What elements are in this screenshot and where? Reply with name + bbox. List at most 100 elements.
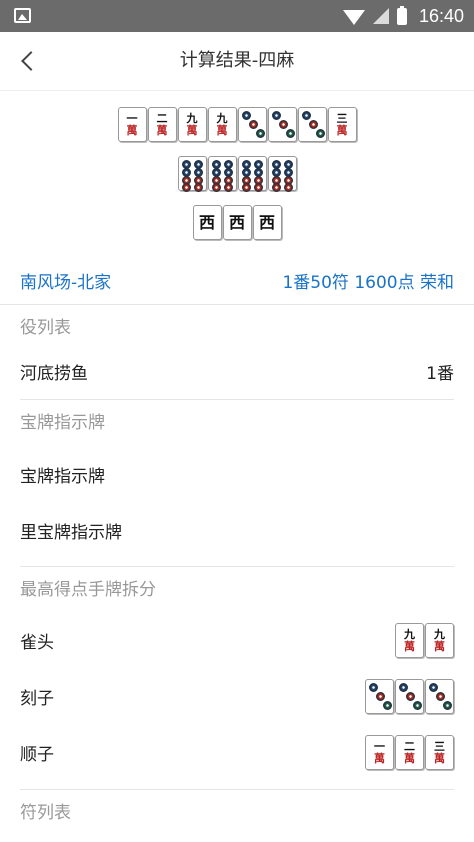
honor-tile: 西 [222, 205, 252, 240]
fu-section-title: 符列表 [20, 803, 71, 823]
honor-char: 西 [228, 212, 245, 232]
honor-char: 西 [198, 212, 215, 232]
tile-number: 九 [186, 112, 198, 125]
pair-row: 雀头 九萬九萬 [0, 613, 474, 667]
pin3-tile [395, 678, 424, 714]
pin-dot [301, 111, 311, 120]
pair-tiles: 九萬九萬 [395, 622, 454, 658]
ura-dora-indicator-row: 里宝牌指示牌 [0, 502, 474, 558]
pin8-tile [177, 156, 207, 192]
pin-dot [283, 183, 293, 192]
pin-dot [443, 700, 452, 710]
yaku-item: 河底捞鱼 1番 [0, 351, 474, 391]
tile-number: 三 [336, 112, 348, 125]
pon-row: 西西西 [0, 205, 474, 240]
pin-dot [211, 183, 221, 192]
yaku-name: 河底捞鱼 [20, 363, 88, 384]
pin-dot [241, 183, 251, 192]
honor-tile: 西 [252, 205, 282, 240]
pin3-tile [425, 678, 454, 714]
tile-number: 九 [434, 627, 445, 641]
man-tile: 九萬 [177, 107, 207, 142]
pin-dot [308, 120, 318, 129]
pin-dot [271, 183, 281, 192]
yaku-section-title: 役列表 [20, 318, 71, 338]
man-tile: 九萬 [207, 107, 237, 142]
man-tile: 九萬 [395, 622, 424, 658]
triplet-row: 刻子 [0, 667, 474, 725]
man-tile: 二萬 [395, 734, 424, 770]
pair-label: 雀头 [20, 632, 54, 653]
sequence-row: 顺子 一萬二萬三萬 [0, 725, 474, 779]
status-bar: 16:40 [0, 0, 474, 32]
status-time: 16:40 [418, 5, 464, 26]
back-arrow-icon[interactable] [14, 46, 44, 76]
kan-row [0, 156, 474, 192]
tile-number: 九 [404, 627, 415, 641]
pin-dot [193, 183, 203, 192]
pin8-tile [237, 156, 267, 192]
pin-dot [255, 129, 265, 138]
yaku-han: 1番 [426, 363, 454, 384]
dora-indicator-label: 宝牌指示牌 [20, 466, 105, 487]
pin3-tile [267, 107, 297, 142]
tile-suit: 萬 [126, 124, 138, 137]
pin-dot [436, 691, 445, 701]
wifi-icon [342, 9, 365, 25]
pin-dot [399, 682, 408, 692]
pin-dot [253, 183, 263, 192]
tile-suit: 萬 [404, 751, 415, 765]
tile-suit: 萬 [434, 751, 445, 765]
pin-dot [278, 120, 288, 129]
pin-dot [429, 682, 438, 692]
dora-indicator-row: 宝牌指示牌 [0, 446, 474, 502]
signal-icon [372, 8, 389, 24]
tile-number: 九 [216, 112, 228, 125]
pin-dot [248, 120, 258, 129]
hand-tiles: 一萬二萬九萬九萬三萬 西西西 [0, 91, 474, 240]
pin3-tile [297, 107, 327, 142]
page-title: 计算结果-四麻 [179, 50, 295, 71]
pin-dot [413, 700, 422, 710]
honor-char: 西 [258, 212, 275, 232]
triplet-label: 刻子 [20, 688, 54, 709]
pin8-tile [207, 156, 237, 192]
sequence-label: 顺子 [20, 744, 54, 765]
pin-dot [285, 129, 295, 138]
dora-section-title: 宝牌指示牌 [20, 413, 105, 433]
ura-dora-indicator-label: 里宝牌指示牌 [20, 522, 122, 543]
tile-suit: 萬 [156, 124, 168, 137]
tile-suit: 萬 [336, 124, 348, 137]
pin-dot [315, 129, 325, 138]
tile-suit: 萬 [374, 751, 385, 765]
tile-suit: 萬 [434, 639, 445, 653]
man-tile: 九萬 [425, 622, 454, 658]
result-summary: 南风场-北家 1番50符 1600点 荣和 [0, 256, 474, 305]
split-section-title: 最高得点手牌拆分 [20, 580, 156, 600]
pin8-tile [267, 156, 297, 192]
triplet-tiles [365, 678, 454, 714]
sequence-tiles: 一萬二萬三萬 [365, 734, 454, 770]
tile-suit: 萬 [404, 639, 415, 653]
tile-suit: 萬 [216, 124, 228, 137]
tile-number: 一 [374, 739, 385, 753]
pin-dot [376, 691, 385, 701]
pin3-tile [237, 107, 267, 142]
pin3-tile [365, 678, 394, 714]
man-tile: 一萬 [117, 107, 147, 142]
man-tile: 一萬 [365, 734, 394, 770]
pin-dot [181, 183, 191, 192]
hand-row-1: 一萬二萬九萬九萬三萬 [0, 107, 474, 142]
tile-suit: 萬 [186, 124, 198, 137]
pin-dot [241, 111, 251, 120]
pin-dot [271, 111, 281, 120]
man-tile: 二萬 [147, 107, 177, 142]
honor-tile: 西 [192, 205, 222, 240]
pin-dot [223, 183, 233, 192]
pin-dot [406, 691, 415, 701]
man-tile: 三萬 [425, 734, 454, 770]
score-summary: 1番50符 1600点 荣和 [282, 272, 454, 293]
app-header: 计算结果-四麻 [0, 32, 474, 91]
image-notification-icon [14, 8, 31, 23]
pin-dot [369, 682, 378, 692]
